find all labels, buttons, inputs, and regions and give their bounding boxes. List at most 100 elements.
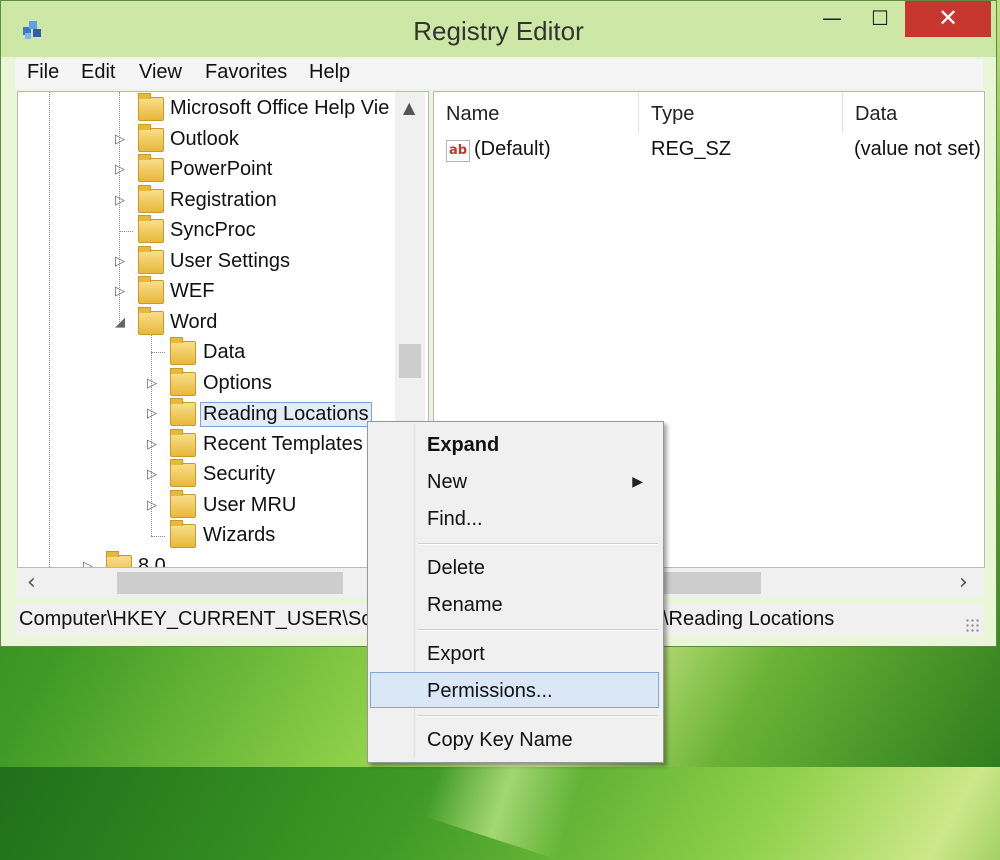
menu-item-label: Find...	[427, 508, 483, 530]
menu-item-label: Export	[427, 643, 485, 665]
menu-file[interactable]: File	[27, 61, 59, 84]
folder-icon	[170, 398, 196, 426]
list-hscroll-thumb[interactable]	[661, 572, 761, 594]
expand-arrow-icon[interactable]: ▷	[145, 497, 159, 513]
scroll-up-icon[interactable]: ▲	[403, 98, 415, 117]
tree-item-wef[interactable]: ▷ WEF	[18, 276, 428, 307]
tree-item-outlook[interactable]: ▷ Outlook	[18, 124, 428, 155]
tree-item-label: 8.0	[138, 555, 166, 568]
folder-icon	[106, 551, 132, 567]
context-menu-copy-key-name[interactable]: Copy Key Name	[370, 721, 659, 757]
column-header-type[interactable]: Type	[639, 92, 843, 134]
tree-item-options[interactable]: ▷ Options	[18, 368, 428, 399]
tree-item-label: Wizards	[203, 524, 276, 546]
status-path-start: Computer\HKEY_CURRENT_USER\Softv	[19, 608, 394, 630]
folder-icon	[170, 459, 196, 487]
menu-edit[interactable]: Edit	[81, 61, 115, 84]
tree-item-powerpoint[interactable]: ▷ PowerPoint	[18, 154, 428, 185]
expand-arrow-icon[interactable]: ▷	[113, 192, 127, 208]
title-bar[interactable]: Registry Editor — ☐ ✕	[1, 1, 996, 57]
folder-icon	[138, 246, 164, 274]
tree-item-user-settings[interactable]: ▷ User Settings	[18, 246, 428, 277]
menu-separator	[418, 715, 658, 717]
tree-item-label: WEF	[170, 280, 215, 302]
tree-item-label: User MRU	[203, 494, 297, 516]
tree-item-label: Security	[203, 463, 276, 485]
menu-favorites[interactable]: Favorites	[205, 61, 287, 84]
tree-item-label: Registration	[170, 189, 277, 211]
expand-arrow-icon[interactable]: ▷	[145, 405, 159, 421]
expand-arrow-icon[interactable]: ▷	[145, 375, 159, 391]
menu-view[interactable]: View	[139, 61, 182, 84]
folder-icon	[170, 337, 196, 365]
menu-item-label: Expand	[427, 434, 500, 456]
tree-scroll-thumb[interactable]	[399, 344, 421, 378]
folder-icon	[170, 520, 196, 548]
scroll-right-icon[interactable]: ›	[959, 570, 968, 595]
folder-icon	[138, 185, 164, 213]
context-menu-rename[interactable]: Rename	[370, 586, 659, 622]
tree-item-label: Options	[203, 372, 272, 394]
context-menu-permissions[interactable]: Permissions...	[370, 672, 659, 708]
maximize-button[interactable]: ☐	[857, 1, 903, 37]
expand-arrow-icon[interactable]: ▷	[113, 253, 127, 269]
folder-icon	[138, 93, 164, 121]
tree-hscroll-thumb[interactable]	[117, 572, 343, 594]
tree-item-word[interactable]: ◢ Word	[18, 307, 428, 338]
menu-help[interactable]: Help	[309, 61, 350, 84]
context-menu-delete[interactable]: Delete	[370, 549, 659, 585]
tree-item-data[interactable]: Data	[18, 337, 428, 368]
folder-icon	[138, 307, 164, 335]
folder-icon	[170, 368, 196, 396]
tree-item-microsoft-office-help-viewer[interactable]: Microsoft Office Help Vie	[18, 93, 428, 124]
expand-arrow-icon[interactable]: ▷	[113, 161, 127, 177]
expand-arrow-icon[interactable]: ▷	[145, 436, 159, 452]
context-menu-expand[interactable]: Expand	[370, 426, 659, 462]
column-header-name[interactable]: Name	[434, 92, 639, 134]
menu-item-label: Copy Key Name	[427, 729, 573, 751]
tree-item-label: Data	[203, 341, 246, 363]
menu-item-label: Rename	[427, 594, 503, 616]
folder-icon	[170, 490, 196, 518]
menu-item-label: Permissions...	[427, 680, 553, 702]
minimize-button[interactable]: —	[809, 1, 855, 37]
context-menu: Expand New ▶ Find... Delete Rename Expor…	[367, 421, 664, 763]
tree-item-label: Outlook	[170, 128, 239, 150]
collapse-arrow-icon[interactable]: ◢	[113, 314, 127, 330]
expand-arrow-icon[interactable]: ▷	[113, 283, 127, 299]
folder-icon	[138, 276, 164, 304]
folder-icon	[138, 124, 164, 152]
menu-item-label: New	[427, 471, 468, 493]
expand-arrow-icon[interactable]: ▷	[113, 131, 127, 147]
tree-item-label: Recent Templates	[203, 433, 363, 455]
tree-item-label: Microsoft Office Help Vie	[170, 97, 390, 119]
close-button[interactable]: ✕	[905, 1, 991, 37]
tree-item-label-selected: Reading Locations	[200, 402, 372, 427]
expand-arrow-icon[interactable]: ▷	[145, 466, 159, 482]
folder-icon	[170, 429, 196, 457]
menu-separator	[418, 629, 658, 631]
context-menu-export[interactable]: Export	[370, 635, 659, 671]
folder-icon	[138, 154, 164, 182]
scroll-left-icon[interactable]: ‹	[27, 570, 36, 595]
string-value-icon: ab	[446, 140, 470, 162]
menu-bar: File Edit View Favorites Help	[15, 59, 983, 89]
context-menu-find[interactable]: Find...	[370, 500, 659, 536]
tree-item-label: PowerPoint	[170, 158, 273, 180]
tree-item-registration[interactable]: ▷ Registration	[18, 185, 428, 216]
menu-item-label: Delete	[427, 557, 485, 579]
value-data: (value not set)	[854, 138, 981, 160]
expand-arrow-icon[interactable]: ▷	[81, 558, 95, 567]
value-type: REG_SZ	[651, 138, 732, 160]
folder-icon	[138, 215, 164, 243]
tree-item-syncproc[interactable]: SyncProc	[18, 215, 428, 246]
tree-item-label: User Settings	[170, 250, 291, 272]
tree-item-label: SyncProc	[170, 219, 256, 241]
resize-grip-icon[interactable]	[965, 618, 979, 632]
status-path-end: \Reading Locations	[663, 608, 835, 630]
context-menu-new[interactable]: New ▶	[370, 463, 659, 499]
column-header-data[interactable]: Data	[843, 92, 984, 134]
value-name: (Default)	[474, 138, 551, 160]
tree-item-label: Word	[170, 311, 218, 333]
submenu-arrow-icon: ▶	[632, 473, 643, 489]
